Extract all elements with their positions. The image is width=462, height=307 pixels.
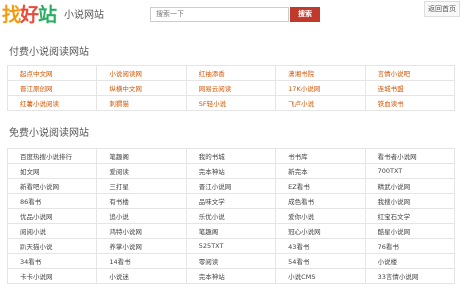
table-row: 86看书 有书楼 品味文学 成色看书 我搜小说网 bbox=[6, 193, 456, 209]
site-link[interactable]: 小说迷 bbox=[96, 268, 187, 284]
site-link[interactable]: 铁血读书 bbox=[364, 95, 456, 111]
table-row: 阅阅小说 鸿特小说网 笔趣阁 冠心小说网 酷星小说网 bbox=[6, 223, 456, 239]
site-link[interactable]: 纵横中文网 bbox=[96, 80, 187, 96]
site-link[interactable]: 优品小说网 bbox=[6, 208, 98, 224]
site-link[interactable]: 养掌小说网 bbox=[96, 238, 187, 254]
table-row: 34看书 14看书 零阅读 54看书 小说楼 bbox=[6, 253, 456, 269]
table-row: 红薯小说阅读 刺猬猫 SF轻小说 飞卢小说 铁血读书 bbox=[6, 95, 456, 111]
search-input[interactable]: 搜索一下 bbox=[150, 7, 289, 22]
site-link[interactable]: 我搜小说网 bbox=[364, 193, 456, 209]
site-link[interactable]: 我的书城 bbox=[185, 148, 277, 164]
logo-char: 站 bbox=[38, 4, 57, 26]
paid-section-title: 付费小说阅读网站 bbox=[9, 47, 89, 58]
site-link[interactable]: 酷星小说网 bbox=[364, 223, 456, 239]
free-sites-grid: 百度热搜小说排行 笔趣阁 我的书城 书书库 看书者小说网 如文网 爱阅读 完本神站 新完本 700… bbox=[6, 148, 456, 284]
site-link[interactable]: 起点中文网 bbox=[6, 65, 98, 81]
table-row: 起点中文网 小说阅读网 红袖添香 潇湘书院 言情小说吧 bbox=[6, 65, 456, 81]
site-link[interactable]: 有书楼 bbox=[96, 193, 187, 209]
header: 找好站 小说网站 搜索一下 搜索 返回首页 bbox=[0, 0, 462, 32]
site-link[interactable]: 精武小说网 bbox=[364, 178, 456, 194]
site-link[interactable]: 晋江原创网 bbox=[6, 80, 98, 96]
site-link[interactable]: 三打星 bbox=[96, 178, 187, 194]
site-link[interactable]: 完本神站 bbox=[185, 268, 277, 284]
paid-sites-grid: 起点中文网 小说阅读网 红袖添香 潇湘书院 言情小说吧 晋江原创网 纵横中文网 网易云阅读 17… bbox=[6, 65, 456, 111]
site-link[interactable]: 百度热搜小说排行 bbox=[6, 148, 98, 164]
site-link[interactable]: 追小说 bbox=[96, 208, 187, 224]
site-link[interactable]: 完本神站 bbox=[185, 163, 277, 179]
site-link[interactable]: 新完本 bbox=[275, 163, 366, 179]
site-link[interactable]: 76看书 bbox=[364, 238, 456, 254]
table-row: 如文网 爱阅读 完本神站 新完本 700TXT bbox=[6, 163, 456, 179]
site-link[interactable]: 趴天猫小说 bbox=[6, 238, 98, 254]
logo-char: 好 bbox=[20, 4, 39, 26]
site-link[interactable]: 如文网 bbox=[6, 163, 98, 179]
table-row: 百度热搜小说排行 笔趣阁 我的书城 书书库 看书者小说网 bbox=[6, 148, 456, 164]
table-row: 新看吧小说网 三打星 晋江小说网 EZ看书 精武小说网 bbox=[6, 178, 456, 194]
table-row: 趴天猫小说 养掌小说网 525TXT 43看书 76看书 bbox=[6, 238, 456, 254]
site-link[interactable]: 爱阅读 bbox=[96, 163, 187, 179]
site-link[interactable]: 网易云阅读 bbox=[185, 80, 277, 96]
home-link[interactable]: 返回首页 bbox=[424, 1, 460, 17]
site-link[interactable]: 33言情小说网 bbox=[364, 268, 456, 284]
site-link[interactable]: 阅阅小说 bbox=[6, 223, 98, 239]
site-link[interactable]: 爱你小说 bbox=[275, 208, 366, 224]
site-link[interactable]: 小说CMS bbox=[275, 268, 366, 284]
site-link[interactable]: 看书者小说网 bbox=[364, 148, 456, 164]
site-link[interactable]: 乐优小说 bbox=[185, 208, 277, 224]
site-link[interactable]: 86看书 bbox=[6, 193, 98, 209]
site-link[interactable]: 书书库 bbox=[275, 148, 366, 164]
site-link[interactable]: 晋江小说网 bbox=[185, 178, 277, 194]
site-link[interactable]: 700TXT bbox=[364, 163, 456, 179]
site-link[interactable]: 红袖添香 bbox=[185, 65, 277, 81]
site-link[interactable]: SF轻小说 bbox=[185, 95, 277, 111]
table-row: 晋江原创网 纵横中文网 网易云阅读 17K小说网 连城书盟 bbox=[6, 80, 456, 96]
table-row: 优品小说网 追小说 乐优小说 爱你小说 红宝石文学 bbox=[6, 208, 456, 224]
site-link[interactable]: 17K小说网 bbox=[275, 80, 366, 96]
site-link[interactable]: 525TXT bbox=[185, 238, 277, 254]
site-link[interactable]: 小说楼 bbox=[364, 253, 456, 269]
search-button[interactable]: 搜索 bbox=[290, 7, 320, 22]
site-link[interactable]: 连城书盟 bbox=[364, 80, 456, 96]
logo-char: 找 bbox=[2, 4, 21, 26]
site-link[interactable]: 小说阅读网 bbox=[96, 65, 187, 81]
site-link[interactable]: 红宝石文学 bbox=[364, 208, 456, 224]
site-link[interactable]: 54看书 bbox=[275, 253, 366, 269]
free-section-title: 免费小说阅读网站 bbox=[9, 128, 89, 139]
site-link[interactable]: 14看书 bbox=[96, 253, 187, 269]
site-link[interactable]: 红薯小说阅读 bbox=[6, 95, 98, 111]
site-link[interactable]: 鸿特小说网 bbox=[96, 223, 187, 239]
site-link[interactable]: 飞卢小说 bbox=[275, 95, 366, 111]
site-link[interactable]: 冠心小说网 bbox=[275, 223, 366, 239]
site-link[interactable]: 笔趣阁 bbox=[96, 148, 187, 164]
site-link[interactable]: 卡卡小说网 bbox=[6, 268, 98, 284]
site-link[interactable]: 34看书 bbox=[6, 253, 98, 269]
site-link[interactable]: 潇湘书院 bbox=[275, 65, 366, 81]
site-name: 小说网站 bbox=[64, 10, 104, 21]
site-logo[interactable]: 找好站 bbox=[2, 4, 57, 26]
table-row: 卡卡小说网 小说迷 完本神站 小说CMS 33言情小说网 bbox=[6, 268, 456, 284]
site-link[interactable]: 言情小说吧 bbox=[364, 65, 456, 81]
site-link[interactable]: 43看书 bbox=[275, 238, 366, 254]
site-link[interactable]: 成色看书 bbox=[275, 193, 366, 209]
site-link[interactable]: 笔趣阁 bbox=[185, 223, 277, 239]
site-link[interactable]: 刺猬猫 bbox=[96, 95, 187, 111]
site-link[interactable]: 零阅读 bbox=[185, 253, 277, 269]
site-link[interactable]: EZ看书 bbox=[275, 178, 366, 194]
site-link[interactable]: 品味文学 bbox=[185, 193, 277, 209]
site-link[interactable]: 新看吧小说网 bbox=[6, 178, 98, 194]
